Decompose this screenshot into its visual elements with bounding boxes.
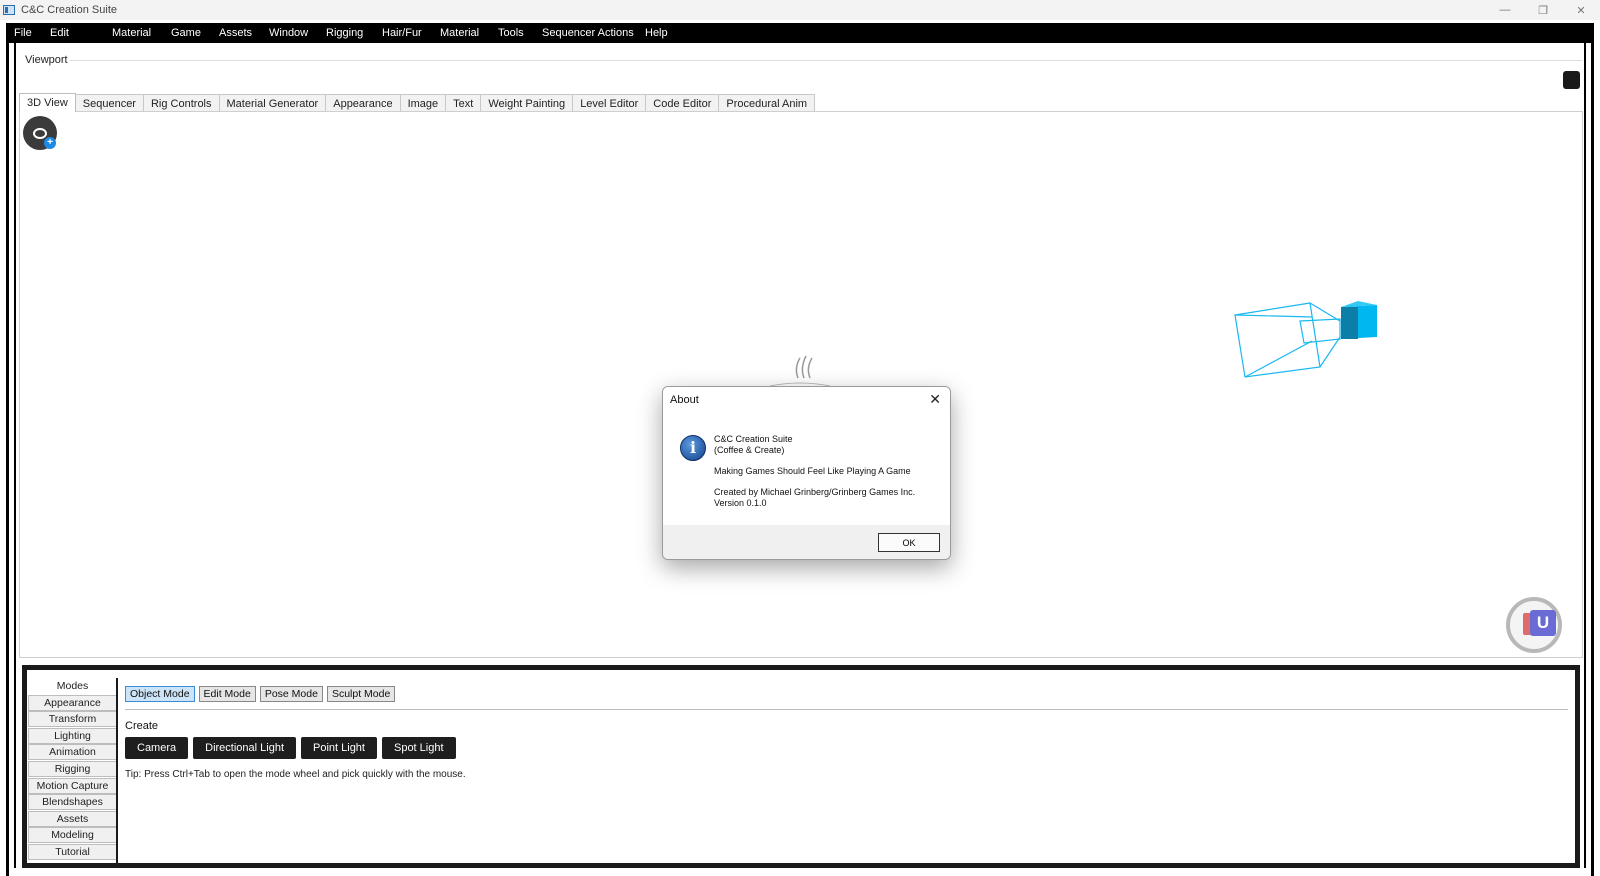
create-spot-light-button[interactable]: Spot Light xyxy=(381,737,456,759)
tab-image[interactable]: Image xyxy=(399,94,447,112)
side-tab-blendshapes[interactable]: Blendshapes xyxy=(28,794,117,811)
sculpt-mode-button[interactable]: Sculpt Mode xyxy=(326,686,396,702)
panel-toggle-button[interactable] xyxy=(1563,71,1580,89)
title-bar: C&C Creation Suite — ❐ ✕ xyxy=(0,0,1600,20)
window-frame-left xyxy=(6,43,9,876)
side-tab-assets[interactable]: Assets xyxy=(28,810,117,827)
dialog-body: i C&C Creation Suite (Coffee & Create) M… xyxy=(663,413,950,525)
panel-border-left xyxy=(14,43,16,868)
tab-rig-controls[interactable]: Rig Controls xyxy=(142,94,220,112)
about-subtitle: (Coffee & Create) xyxy=(714,445,785,455)
menu-rigging[interactable]: Rigging xyxy=(326,27,363,39)
menu-sequencer-actions[interactable]: Sequencer Actions xyxy=(542,27,634,39)
about-credits: Created by Michael Grinberg/Grinberg Gam… xyxy=(714,487,916,497)
side-tab-modeling[interactable]: Modeling xyxy=(28,827,117,844)
menu-material[interactable]: Material xyxy=(112,27,151,39)
close-window-button[interactable]: ✕ xyxy=(1562,0,1600,20)
about-app-name: C&C Creation Suite xyxy=(714,434,793,444)
tab-level-editor[interactable]: Level Editor xyxy=(572,94,647,112)
tab-procedural-anim[interactable]: Procedural Anim xyxy=(718,94,816,112)
tab-code-editor[interactable]: Code Editor xyxy=(645,94,720,112)
tab-weight-painting[interactable]: Weight Painting xyxy=(480,94,574,112)
side-tab-lighting[interactable]: Lighting xyxy=(28,727,117,744)
mode-tip-text: Tip: Press Ctrl+Tab to open the mode whe… xyxy=(125,769,466,780)
side-tab-transform[interactable]: Transform xyxy=(28,711,117,728)
menu-help[interactable]: Help xyxy=(645,27,668,39)
mode-buttons: Object Mode Edit Mode Pose Mode Sculpt M… xyxy=(125,686,399,702)
create-camera-button[interactable]: Camera xyxy=(125,737,189,759)
side-tab-modes[interactable]: Modes xyxy=(28,678,117,694)
add-camera-button[interactable]: + xyxy=(23,116,57,150)
menu-file[interactable]: File xyxy=(14,27,32,39)
gizmo-up-face[interactable]: U xyxy=(1530,610,1556,636)
tab-text[interactable]: Text xyxy=(445,94,482,112)
window-title: C&C Creation Suite xyxy=(21,4,117,16)
viewport-group-label: Viewport xyxy=(25,54,68,66)
app-icon xyxy=(3,5,15,15)
tab-appearance[interactable]: Appearance xyxy=(325,94,401,112)
info-icon: i xyxy=(680,435,706,461)
edit-mode-button[interactable]: Edit Mode xyxy=(198,686,256,702)
window-frame-right xyxy=(1591,43,1594,876)
ok-button[interactable]: OK xyxy=(878,533,940,552)
create-directional-light-button[interactable]: Directional Light xyxy=(193,737,296,759)
coffee-steam-graphic xyxy=(769,355,831,387)
menu-hair-fur[interactable]: Hair/Fur xyxy=(382,27,422,39)
create-buttons: Camera Directional Light Point Light Spo… xyxy=(125,737,461,759)
dialog-title: About xyxy=(663,387,950,413)
pose-mode-button[interactable]: Pose Mode xyxy=(259,686,323,702)
side-tab-motion-capture[interactable]: Motion Capture xyxy=(28,777,117,794)
menu-window[interactable]: Window xyxy=(269,27,308,39)
menu-edit[interactable]: Edit xyxy=(50,27,69,39)
camera-icon xyxy=(33,127,47,139)
object-mode-button[interactable]: Object Mode xyxy=(125,686,195,702)
minimize-button[interactable]: — xyxy=(1486,0,1524,20)
side-tab-animation[interactable]: Animation xyxy=(28,744,117,761)
window-controls: — ❐ ✕ xyxy=(1486,0,1600,20)
close-icon[interactable]: ✕ xyxy=(929,391,941,408)
side-tab-divider xyxy=(116,678,118,864)
side-tab-tutorial[interactable]: Tutorial xyxy=(28,843,117,860)
plus-icon: + xyxy=(44,137,56,149)
about-version: Version 0.1.0 xyxy=(714,498,767,508)
dialog-footer: OK xyxy=(663,525,950,559)
menu-material-2[interactable]: Material xyxy=(440,27,479,39)
viewport-group-border xyxy=(70,60,1582,61)
menu-game[interactable]: Game xyxy=(171,27,201,39)
menu-bar: File Edit Material Game Assets Window Ri… xyxy=(6,23,1594,43)
mode-separator xyxy=(125,709,1568,710)
panel-border-right xyxy=(1584,43,1586,868)
tab-sequencer[interactable]: Sequencer xyxy=(74,94,144,112)
tab-3d-view[interactable]: 3D View xyxy=(19,93,76,112)
about-dialog: About ✕ i C&C Creation Suite (Coffee & C… xyxy=(662,386,951,560)
side-tab-list: Modes Appearance Transform Lighting Anim… xyxy=(28,678,117,861)
menu-assets[interactable]: Assets xyxy=(219,27,252,39)
orientation-gizmo[interactable]: U xyxy=(1506,597,1562,653)
tab-material-generator[interactable]: Material Generator xyxy=(218,94,327,112)
viewport-tabs: 3D View Sequencer Rig Controls Material … xyxy=(19,93,816,112)
create-heading: Create xyxy=(125,720,159,732)
restore-button[interactable]: ❐ xyxy=(1524,0,1562,20)
side-tab-appearance[interactable]: Appearance xyxy=(28,694,117,711)
scene-camera-object[interactable] xyxy=(1200,295,1400,395)
about-tagline: Making Games Should Feel Like Playing A … xyxy=(714,466,911,476)
create-point-light-button[interactable]: Point Light xyxy=(301,737,377,759)
side-tab-rigging[interactable]: Rigging xyxy=(28,760,117,777)
menu-tools[interactable]: Tools xyxy=(498,27,524,39)
